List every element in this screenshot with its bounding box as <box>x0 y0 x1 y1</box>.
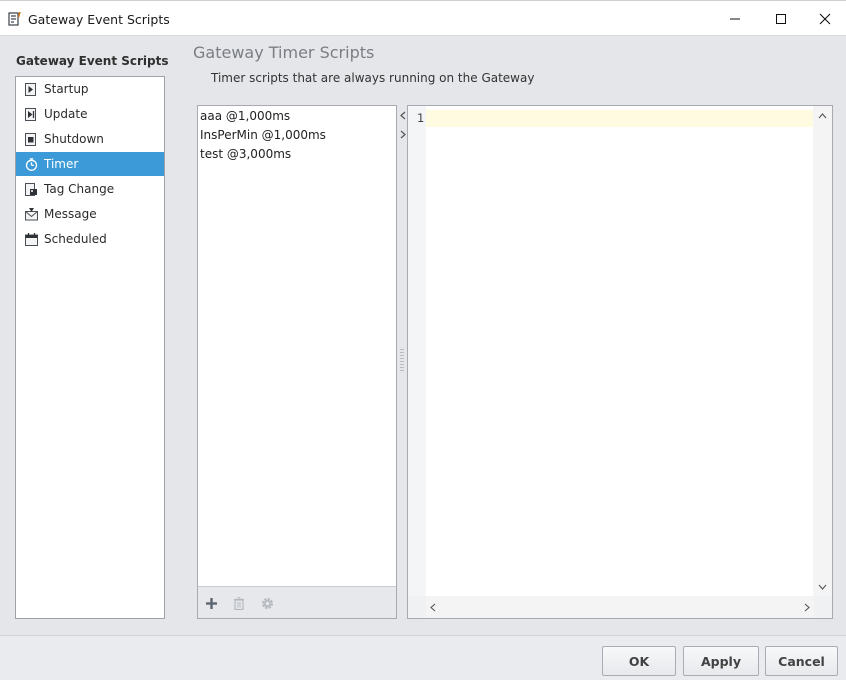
list-item[interactable]: test @3,000ms <box>200 145 291 163</box>
add-icon <box>205 597 217 609</box>
stopwatch-icon <box>25 157 38 171</box>
timer-script-list: aaa @1,000ms InsPerMin @1,000ms test @3,… <box>197 105 397 619</box>
tag-change-icon <box>25 182 38 196</box>
update-script-icon <box>25 107 38 121</box>
chevron-right-icon <box>400 130 406 138</box>
code-area[interactable] <box>426 106 814 596</box>
maximize-icon <box>776 13 786 24</box>
vertical-scrollbar[interactable] <box>813 106 832 596</box>
shutdown-script-icon <box>25 132 38 146</box>
sidebar-item-label: Scheduled <box>44 232 107 246</box>
line-number-gutter: 1 <box>408 106 426 596</box>
sidebar-item-label: Update <box>44 107 88 121</box>
scroll-right-arrow[interactable] <box>802 602 812 612</box>
sidebar-item-update[interactable]: Update <box>16 102 164 126</box>
title-bar: Gateway Event Scripts <box>0 0 846 36</box>
script-document-icon <box>8 11 22 26</box>
collapse-right-arrow[interactable] <box>399 129 407 139</box>
current-line-highlight <box>426 110 814 127</box>
collapse-left-arrow[interactable] <box>399 110 407 120</box>
sidebar-item-startup[interactable]: Startup <box>16 77 164 101</box>
list-toolbar <box>198 586 396 618</box>
sidebar-item-label: Startup <box>44 82 89 96</box>
sidebar-item-tag-change[interactable]: Tag Change <box>16 177 164 201</box>
list-item[interactable]: aaa @1,000ms <box>200 107 290 125</box>
cancel-button[interactable]: Cancel <box>765 646 838 676</box>
startup-script-icon <box>25 82 38 96</box>
sidebar-item-label: Timer <box>44 157 79 171</box>
minimize-button[interactable] <box>712 1 758 36</box>
sidebar-item-message[interactable]: Message <box>16 202 164 226</box>
chevron-left-icon <box>430 603 436 611</box>
main-panel: Gateway Timer Scripts Timer scripts that… <box>181 36 846 635</box>
sidebar-item-shutdown[interactable]: Shutdown <box>16 127 164 151</box>
sidebar-item-timer[interactable]: Timer <box>16 152 164 176</box>
dialog-footer: OK Apply Cancel <box>0 635 846 680</box>
add-script-button[interactable] <box>203 595 219 611</box>
chevron-up-icon <box>818 113 826 119</box>
sidebar-heading: Gateway Event Scripts <box>16 54 169 68</box>
page-title: Gateway Timer Scripts <box>193 43 375 62</box>
line-number: 1 <box>417 111 425 125</box>
sidebar-item-label: Shutdown <box>44 132 104 146</box>
settings-icon <box>261 597 273 609</box>
scroll-left-arrow[interactable] <box>428 602 438 612</box>
calendar-icon <box>25 232 38 246</box>
scroll-down-arrow[interactable] <box>817 582 827 592</box>
script-settings-button[interactable] <box>259 595 275 611</box>
sidebar-item-scheduled[interactable]: Scheduled <box>16 227 164 251</box>
horizontal-scrollbar[interactable] <box>426 596 814 618</box>
chevron-right-icon <box>804 603 810 611</box>
sidebar: Gateway Event Scripts Startup Update Shu… <box>0 36 181 635</box>
window-title: Gateway Event Scripts <box>28 12 170 27</box>
scroll-up-arrow[interactable] <box>817 111 827 121</box>
ok-button[interactable]: OK <box>602 646 676 676</box>
close-icon <box>819 13 831 24</box>
minimize-icon <box>730 18 740 19</box>
chevron-down-icon <box>818 584 826 590</box>
delete-icon <box>234 596 244 610</box>
apply-button[interactable]: Apply <box>683 646 759 676</box>
message-icon <box>25 207 38 221</box>
close-button[interactable] <box>802 1 846 36</box>
delete-script-button[interactable] <box>231 595 247 611</box>
script-editor[interactable]: 1 <box>407 105 833 619</box>
sidebar-item-label: Message <box>44 207 97 221</box>
event-type-list: Startup Update Shutdown Timer Tag Change <box>15 76 165 619</box>
chevron-left-icon <box>400 111 406 119</box>
page-description: Timer scripts that are always running on… <box>211 71 535 85</box>
list-item[interactable]: InsPerMin @1,000ms <box>200 126 326 144</box>
sidebar-item-label: Tag Change <box>44 182 115 196</box>
maximize-button[interactable] <box>758 1 804 36</box>
splitter-handle[interactable] <box>400 349 404 373</box>
